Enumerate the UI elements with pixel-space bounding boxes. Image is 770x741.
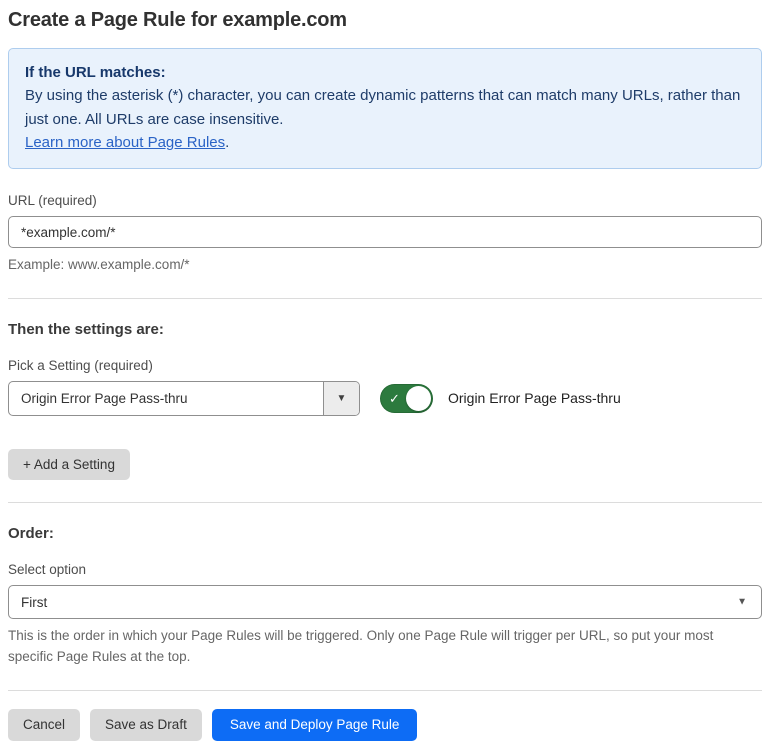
save-as-draft-button[interactable]: Save as Draft: [90, 709, 202, 741]
order-select-value: First: [21, 594, 48, 610]
learn-more-link[interactable]: Learn more about Page Rules: [25, 134, 225, 151]
url-field-helper: Example: www.example.com/*: [8, 257, 190, 272]
chevron-down-icon: ▼: [737, 596, 747, 608]
cancel-button[interactable]: Cancel: [8, 709, 81, 741]
url-field-label: URL (required): [8, 193, 97, 208]
info-box-body: By using the asterisk (*) character, you…: [25, 87, 741, 128]
divider: [8, 690, 762, 692]
setting-toggle-group: ✓ Origin Error Page Pass-thru: [380, 383, 621, 413]
chevron-down-icon: ▼: [336, 392, 347, 404]
add-setting-wrap: + Add a Setting: [8, 448, 762, 481]
divider: [8, 502, 762, 504]
order-select-label: Select option: [8, 562, 87, 578]
origin-error-toggle[interactable]: ✓: [380, 383, 433, 413]
setting-row: Origin Error Page Pass-thru ▼ ✓ Origin E…: [8, 380, 762, 416]
divider: [8, 297, 762, 299]
page-title: Create a Page Rule for example.com: [8, 9, 347, 31]
pick-setting-label: Pick a Setting (required): [8, 357, 153, 373]
url-input[interactable]: [8, 216, 762, 248]
setting-dropdown-value: Origin Error Page Pass-thru: [21, 390, 188, 406]
settings-section-heading: Then the settings are:: [8, 320, 164, 338]
order-select[interactable]: First ▼: [8, 585, 762, 620]
order-helper-text: This is the order in which your Page Rul…: [8, 628, 714, 665]
add-setting-button[interactable]: + Add a Setting: [8, 448, 130, 481]
toggle-knob: [406, 385, 431, 411]
footer-actions: Cancel Save as Draft Save and Deploy Pag…: [8, 709, 762, 741]
setting-dropdown[interactable]: Origin Error Page Pass-thru ▼: [8, 380, 360, 416]
order-section-heading: Order:: [8, 525, 54, 543]
link-suffix: .: [225, 133, 230, 151]
setting-dropdown-button[interactable]: ▼: [323, 381, 359, 415]
url-match-info-box: If the URL matches: By using the asteris…: [8, 48, 762, 169]
check-icon: ✓: [389, 390, 400, 406]
info-box-link-line: Learn more about Page Rules.: [25, 131, 745, 154]
info-box-heading: If the URL matches:: [25, 64, 166, 81]
save-and-deploy-button[interactable]: Save and Deploy Page Rule: [211, 709, 418, 741]
toggle-label: Origin Error Page Pass-thru: [448, 390, 621, 407]
